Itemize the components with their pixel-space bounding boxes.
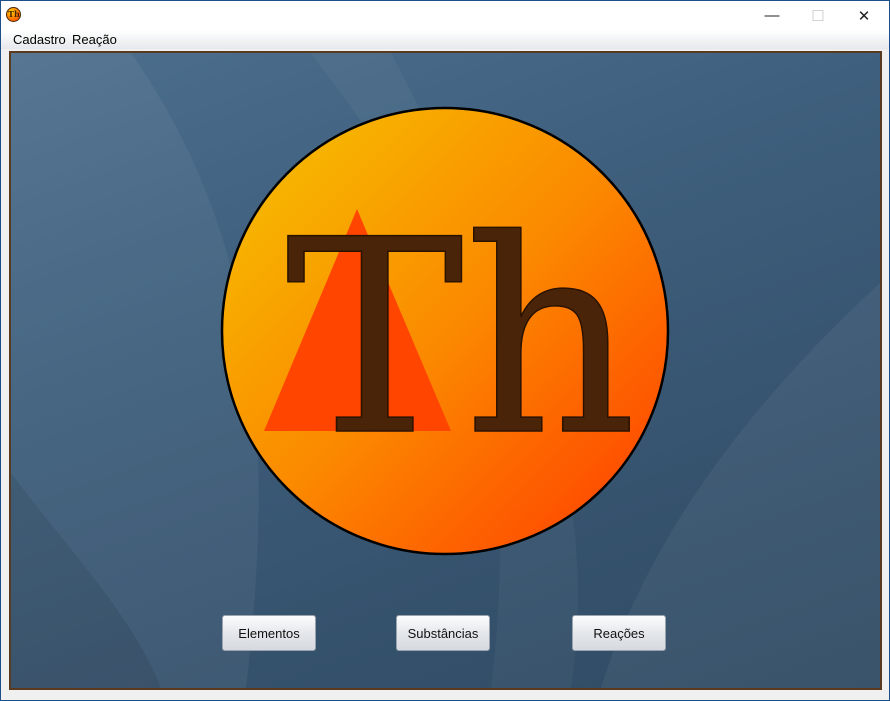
th-logo: Th <box>220 106 670 556</box>
menu-cadastro[interactable]: Cadastro <box>11 32 68 47</box>
app-window: Th — ☐ ✕ Cadastro Reação Th Elementos Su… <box>0 0 890 701</box>
substancias-button[interactable]: Substâncias <box>396 615 490 651</box>
elementos-button[interactable]: Elementos <box>222 615 316 651</box>
title-bar[interactable]: Th — ☐ ✕ <box>1 1 889 30</box>
menu-bar: Cadastro Reação <box>1 30 889 49</box>
logo-text: Th <box>285 183 636 495</box>
app-icon-text: Th <box>8 9 20 19</box>
app-logo-icon: Th <box>6 7 21 22</box>
minimize-button[interactable]: — <box>749 1 795 30</box>
menu-reacao[interactable]: Reação <box>70 32 119 47</box>
close-button[interactable]: ✕ <box>841 1 887 30</box>
reacoes-button[interactable]: Reações <box>572 615 666 651</box>
maximize-button[interactable]: ☐ <box>795 1 841 30</box>
main-panel: Th Elementos Substâncias Reações <box>9 51 882 690</box>
